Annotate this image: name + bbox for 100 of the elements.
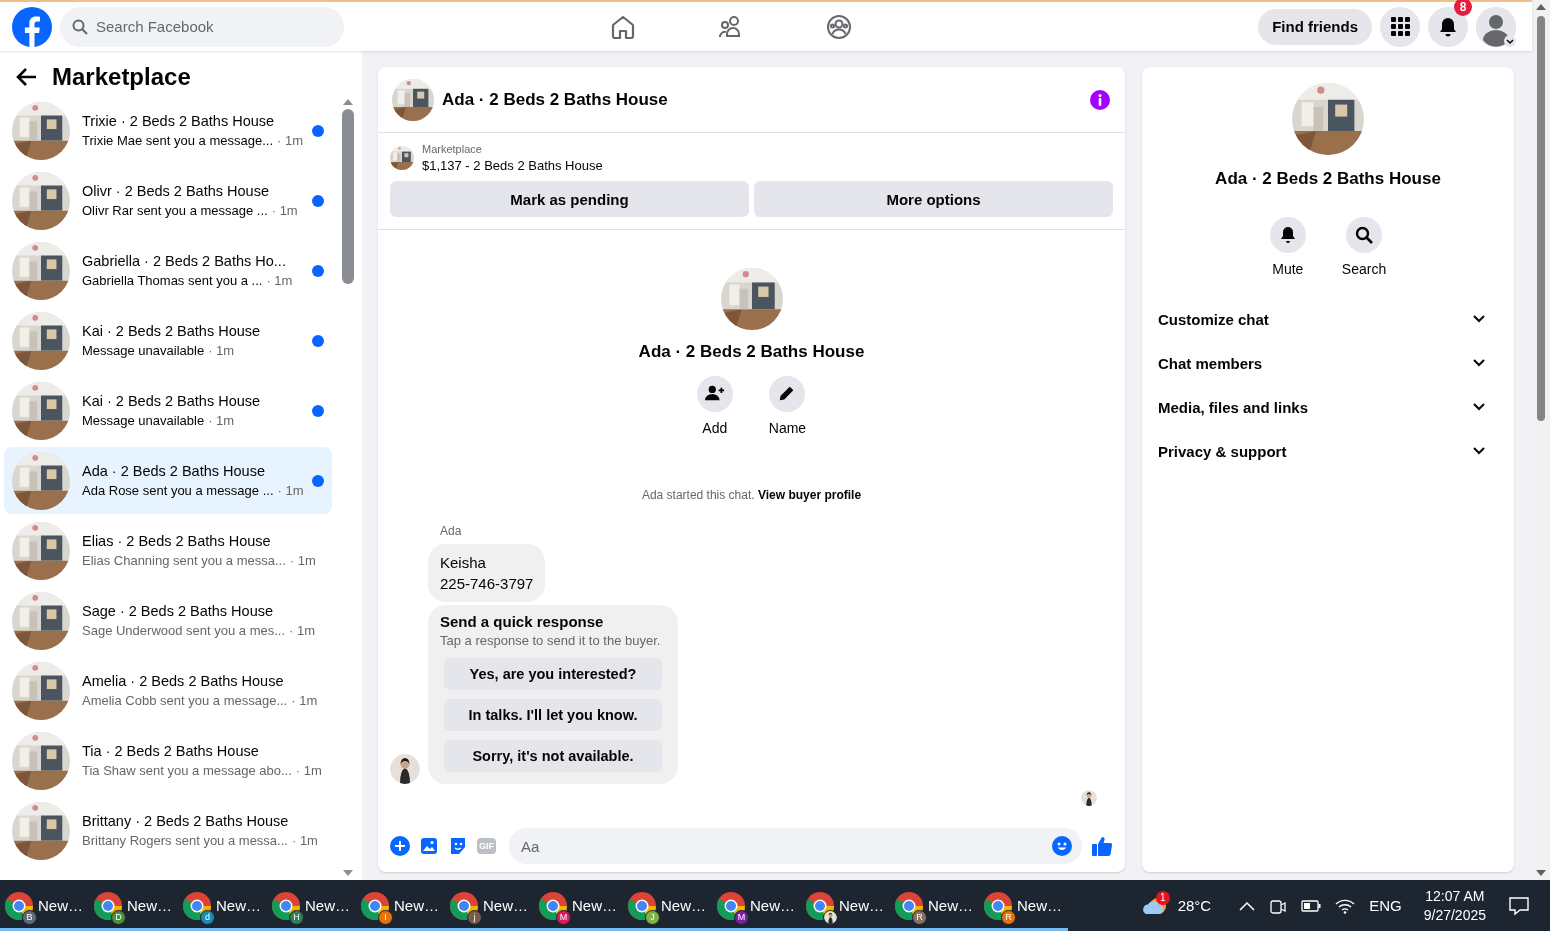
back-icon[interactable] (16, 67, 38, 87)
message-time: · 1m (289, 553, 316, 568)
search-icon (72, 18, 88, 35)
browser-icon (627, 890, 657, 921)
chat-name: Ada · 2 Beds 2 Baths House (1215, 169, 1441, 189)
info-icon[interactable] (1089, 88, 1111, 111)
message-time: · 1m (289, 623, 316, 638)
browser-icon (983, 890, 1013, 921)
plus-icon[interactable] (390, 836, 410, 856)
taskbar-window[interactable]: d New… (178, 880, 267, 931)
quick-response-button[interactable]: Sorry, it's not available. (444, 740, 662, 772)
conversation-item[interactable]: Gabriella · 2 Beds 2 Baths Ho... Gabriella Thomas sent you a ... · 1m (4, 237, 332, 304)
taskbar-window[interactable]: J New… (623, 880, 712, 931)
taskbar-window[interactable]: I New… (356, 880, 445, 931)
conversation-item[interactable]: Trixie · 2 Beds 2 Baths House Trixie Mae sent you a message... · 1m (4, 97, 332, 164)
action-button[interactable]: More options (754, 181, 1113, 217)
groups-icon[interactable] (826, 13, 852, 40)
conversation-item[interactable]: Amelia · 2 Beds 2 Baths House Amelia Cobb sent you a message... · 1m (4, 657, 332, 724)
conversation-title: Olivr · 2 Beds 2 Baths House (82, 183, 270, 199)
notifications-icon[interactable] (1508, 895, 1530, 916)
section-item[interactable]: Chat members (1158, 341, 1498, 385)
battery-icon[interactable] (1301, 899, 1322, 912)
browser-icon (93, 890, 123, 921)
account-button[interactable] (1476, 6, 1516, 47)
message-preview: Elias Channing sent you a messa... (82, 553, 286, 568)
scrollbar-thumb[interactable] (342, 109, 354, 284)
conversation-title: Brittany · 2 Beds 2 Baths House (82, 813, 290, 829)
weather-widget[interactable]: 1 28°C (1141, 893, 1212, 918)
message-time: · 1m (277, 133, 303, 148)
taskbar-window[interactable]: R New… (979, 880, 1068, 931)
quick-response-button[interactable]: Yes, are you interested? (444, 658, 662, 690)
search-icon (1354, 225, 1374, 245)
home-icon[interactable] (610, 13, 636, 40)
message-preview: Gabriella Thomas sent you a ... (82, 273, 263, 288)
emoji-icon[interactable] (1052, 836, 1072, 856)
message-time: · 1m (291, 833, 318, 848)
taskbar-window[interactable]: D New… (89, 880, 178, 931)
buyer-profile-link[interactable]: View buyer profile (757, 488, 862, 502)
taskbar-window[interactable]: New… (801, 880, 890, 931)
conversation-title: Sage · 2 Beds 2 Baths House (82, 603, 275, 619)
conversation-title: Gabriella · 2 Beds 2 Baths Ho... (82, 253, 287, 269)
message-time: · 1m (271, 203, 298, 218)
clock[interactable]: 12:07 AM 9/27/2025 (1423, 888, 1486, 923)
action-button[interactable]: Mark as pending (390, 181, 749, 217)
conversation-item[interactable]: Ada · 2 Beds 2 Baths House Ada Rose sent you a message ... · 1m (4, 447, 332, 514)
message-time: · 1m (208, 413, 235, 428)
conversation-item[interactable]: Kai · 2 Beds 2 Baths House Message unavailable · 1m (4, 307, 332, 374)
conversation-title: Trixie · 2 Beds 2 Baths House (82, 113, 276, 129)
taskbar-window[interactable]: B New… (0, 880, 89, 931)
conversation-item[interactable]: Elias · 2 Beds 2 Baths House Elias Channing sent you a messa... · 1m (4, 517, 332, 584)
message-field[interactable]: Aa (509, 828, 1082, 864)
avatar-icon (1476, 6, 1516, 47)
message-preview: Message unavailable (82, 343, 205, 358)
scroll-down-icon[interactable] (1536, 870, 1546, 876)
section-item[interactable]: Media, files and links (1158, 385, 1498, 429)
chevron-up-icon[interactable] (1239, 900, 1256, 911)
section-item[interactable]: Customize chat (1158, 297, 1498, 341)
scroll-up-icon[interactable] (1536, 4, 1546, 10)
taskbar-window[interactable]: M New… (712, 880, 801, 931)
browser-icon (805, 890, 835, 921)
browser-icon (538, 890, 568, 921)
scroll-down-icon[interactable] (343, 870, 353, 876)
chat-name: Ada · 2 Beds 2 Baths House (638, 342, 865, 362)
section-item[interactable]: Privacy & support (1158, 429, 1498, 473)
taskbar-window[interactable]: j New… (445, 880, 534, 931)
menu-button[interactable] (1380, 6, 1420, 47)
message-preview: Amelia Cobb sent you a message... (82, 693, 288, 708)
language-indicator[interactable]: ENG (1369, 897, 1402, 914)
conversation-item[interactable]: Olivr · 2 Beds 2 Baths House Olivr Rar sent you a message ... · 1m (4, 167, 332, 234)
message-preview: Trixie Mae sent you a message... (82, 133, 273, 148)
sticker-icon[interactable] (448, 836, 468, 856)
message-preview: Tia Shaw sent you a message abo... (82, 763, 292, 778)
scroll-up-icon[interactable] (343, 99, 353, 105)
message-time: · 1m (277, 483, 304, 498)
conversation-item[interactable]: Tia · 2 Beds 2 Baths House Tia Shaw sent you a message abo... · 1m (4, 727, 332, 794)
image-icon[interactable] (419, 836, 439, 856)
find-friends-button[interactable]: Find friends (1258, 8, 1372, 45)
browser-icon (182, 890, 212, 921)
message-time: · 1m (208, 343, 235, 358)
taskbar-window[interactable]: R New… (890, 880, 979, 931)
message-preview: Olivr Rar sent you a message ... (82, 203, 268, 218)
conversation-item[interactable]: Sage · 2 Beds 2 Baths House Sage Underwood sent you a mes... · 1m (4, 587, 332, 654)
search-field[interactable]: Search Facebook (60, 6, 344, 47)
quick-response-title: Send a quick response (440, 613, 605, 630)
taskbar-window[interactable]: M New… (534, 880, 623, 931)
browser-icon (449, 890, 479, 921)
notification-count: 8 (1454, 0, 1472, 16)
facebook-logo[interactable] (12, 6, 52, 47)
scrollbar-thumb[interactable] (1537, 16, 1545, 421)
conversation-title: Tia · 2 Beds 2 Baths House (82, 743, 260, 759)
quick-response-button[interactable]: In talks. I'll let you know. (444, 699, 662, 731)
taskbar-window[interactable]: H New… (267, 880, 356, 931)
conversation-title: Kai · 2 Beds 2 Baths House (82, 393, 262, 409)
conversation-item[interactable]: Brittany · 2 Beds 2 Baths House Brittany Rogers sent you a messa... · 1m (4, 797, 332, 864)
conversation-item[interactable]: Kai · 2 Beds 2 Baths House Message unavailable · 1m (4, 377, 332, 444)
message-preview: Ada Rose sent you a message ... (82, 483, 274, 498)
search-button[interactable]: Search (1341, 217, 1387, 277)
message-time: · 1m (291, 693, 318, 708)
wifi-icon[interactable] (1335, 897, 1356, 914)
like-icon[interactable] (1091, 835, 1113, 857)
